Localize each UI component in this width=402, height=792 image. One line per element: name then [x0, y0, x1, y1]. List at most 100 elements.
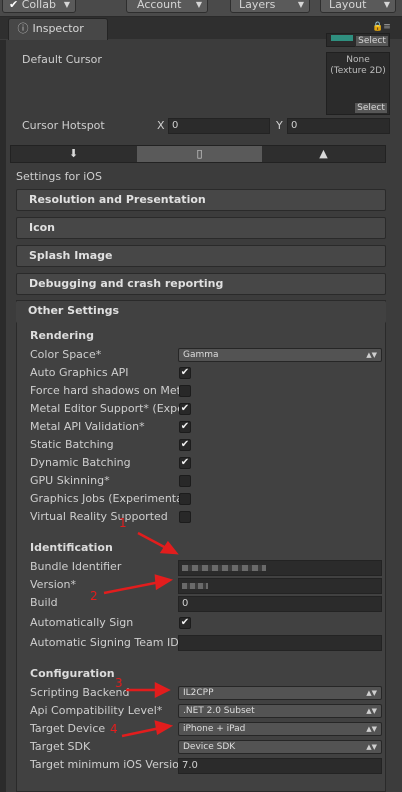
target-device-value: iPhone + iPad — [183, 724, 246, 734]
metal-editor-checkbox[interactable]: ✔ — [179, 403, 191, 415]
x-label: X — [157, 119, 165, 132]
scripting-backend-dropdown[interactable]: IL2CPP ▲▼ — [178, 686, 382, 700]
download-icon: ⬇ — [68, 147, 79, 160]
texture-type-label: (Texture 2D) — [330, 66, 386, 76]
dropdown-arrows-icon: ▲▼ — [366, 707, 377, 715]
metal-api-label: Metal API Validation* — [30, 420, 145, 433]
api-compat-dropdown[interactable]: .NET 2.0 Subset ▲▼ — [178, 704, 382, 718]
check-icon: ✔ — [9, 0, 19, 11]
gpu-skinning-checkbox[interactable] — [179, 475, 191, 487]
target-sdk-label: Target SDK — [30, 740, 91, 753]
auto-graphics-checkbox[interactable]: ✔ — [179, 367, 191, 379]
bundle-identifier-label: Bundle Identifier — [30, 560, 122, 573]
version-field[interactable] — [178, 578, 382, 594]
settings-for-label: Settings for iOS — [16, 170, 102, 183]
chevron-down-icon: ▼ — [63, 0, 70, 9]
min-ios-field[interactable]: 7.0 — [178, 758, 382, 774]
annotation-2: 2 — [90, 589, 98, 603]
platform-tab-ios[interactable]: ▯ — [137, 146, 262, 162]
android-icon: ▲ — [319, 147, 328, 160]
lock-icon[interactable]: 🔒 — [372, 22, 383, 32]
default-cursor-label: Default Cursor — [22, 53, 102, 66]
chevron-down-icon: ▼ — [195, 0, 202, 9]
tab-inspector-label: Inspector — [32, 22, 84, 35]
force-shadows-checkbox[interactable] — [179, 385, 191, 397]
top-toolbar: ✔ Collab ▼ Account ▼ Layers ▼ Layout ▼ — [0, 0, 402, 17]
static-batching-checkbox[interactable]: ✔ — [179, 439, 191, 451]
build-field[interactable]: 0 — [178, 596, 382, 612]
dropdown-arrows-icon: ▲▼ — [366, 351, 377, 359]
menu-icon[interactable]: ≡ — [383, 22, 391, 32]
account-button[interactable]: Account ▼ — [126, 0, 208, 13]
color-space-label: Color Space* — [30, 348, 102, 361]
chevron-down-icon: ▼ — [297, 0, 304, 9]
version-label: Version* — [30, 578, 76, 591]
annotation-4: 4 — [110, 722, 118, 736]
select-button[interactable]: Select — [354, 102, 388, 114]
y-label: Y — [276, 119, 283, 132]
force-shadows-label: Force hard shadows on Met — [30, 384, 181, 397]
platform-tabs: ⬇ ▯ ▲ — [10, 145, 386, 163]
team-id-field[interactable] — [178, 635, 382, 651]
api-compat-label: Api Compatibility Level* — [30, 704, 163, 717]
layers-label: Layers — [239, 0, 276, 11]
info-icon: ⓘ — [17, 22, 29, 35]
hotspot-x-field[interactable]: 0 — [168, 118, 270, 134]
vr-supported-checkbox[interactable] — [179, 511, 191, 523]
collab-label: Collab — [21, 0, 56, 11]
auto-graphics-label: Auto Graphics API — [30, 366, 129, 379]
texture-thumbnail — [331, 35, 353, 41]
auto-sign-label: Automatically Sign — [30, 616, 134, 629]
select-button[interactable]: Select — [355, 35, 389, 47]
redacted-value — [182, 565, 266, 571]
texture-none-label: None — [346, 55, 370, 65]
layers-button[interactable]: Layers ▼ — [230, 0, 310, 13]
auto-sign-checkbox[interactable]: ✔ — [179, 617, 191, 629]
account-label: Account — [137, 0, 182, 11]
graphics-jobs-checkbox[interactable] — [179, 493, 191, 505]
target-device-dropdown[interactable]: iPhone + iPad ▲▼ — [178, 722, 382, 736]
collab-button[interactable]: ✔ Collab ▼ — [2, 0, 76, 13]
section-debugging[interactable]: Debugging and crash reporting — [16, 273, 386, 295]
metal-api-checkbox[interactable]: ✔ — [179, 421, 191, 433]
platform-tab-standalone[interactable]: ⬇ — [11, 146, 136, 162]
target-sdk-dropdown[interactable]: Device SDK ▲▼ — [178, 740, 382, 754]
section-resolution[interactable]: Resolution and Presentation — [16, 189, 386, 211]
vr-supported-label: Virtual Reality Supported — [30, 510, 168, 523]
panel-menu[interactable]: 🔒≡ — [372, 22, 391, 32]
team-id-label: Automatic Signing Team ID — [30, 636, 179, 649]
default-cursor-texture[interactable]: None (Texture 2D) Select — [326, 52, 390, 115]
redacted-value — [182, 583, 208, 589]
configuration-header: Configuration — [30, 667, 115, 680]
dropdown-arrows-icon: ▲▼ — [366, 743, 377, 751]
dropdown-arrows-icon: ▲▼ — [366, 725, 377, 733]
graphics-jobs-label: Graphics Jobs (Experimenta — [30, 492, 183, 505]
identification-header: Identification — [30, 541, 113, 554]
cursor-hotspot-label: Cursor Hotspot — [22, 119, 105, 132]
section-other[interactable]: Other Settings — [16, 301, 386, 323]
layout-button[interactable]: Layout ▼ — [320, 0, 396, 13]
rendering-header: Rendering — [30, 329, 94, 342]
dynamic-batching-checkbox[interactable]: ✔ — [179, 457, 191, 469]
tab-inspector[interactable]: ⓘ Inspector — [8, 18, 108, 40]
dynamic-batching-label: Dynamic Batching — [30, 456, 131, 469]
section-icon[interactable]: Icon — [16, 217, 386, 239]
chevron-down-icon: ▼ — [383, 0, 390, 9]
min-ios-label: Target minimum iOS Versio — [30, 758, 179, 771]
target-sdk-value: Device SDK — [183, 742, 236, 752]
bundle-identifier-field[interactable] — [178, 560, 382, 576]
layout-label: Layout — [329, 0, 367, 11]
icon-texture-preview[interactable]: Select — [326, 33, 390, 47]
gpu-skinning-label: GPU Skinning* — [30, 474, 110, 487]
platform-tab-android[interactable]: ▲ — [261, 146, 386, 162]
annotation-3: 3 — [115, 676, 123, 690]
color-space-value: Gamma — [183, 350, 219, 360]
static-batching-label: Static Batching — [30, 438, 114, 451]
hotspot-y-field[interactable]: 0 — [287, 118, 390, 134]
section-splash[interactable]: Splash Image — [16, 245, 386, 267]
build-label: Build — [30, 596, 58, 609]
color-space-dropdown[interactable]: Gamma ▲▼ — [178, 348, 382, 362]
metal-editor-label: Metal Editor Support* (Expe — [30, 402, 184, 415]
target-device-label: Target Device — [30, 722, 106, 735]
annotation-1: 1 — [119, 516, 127, 530]
